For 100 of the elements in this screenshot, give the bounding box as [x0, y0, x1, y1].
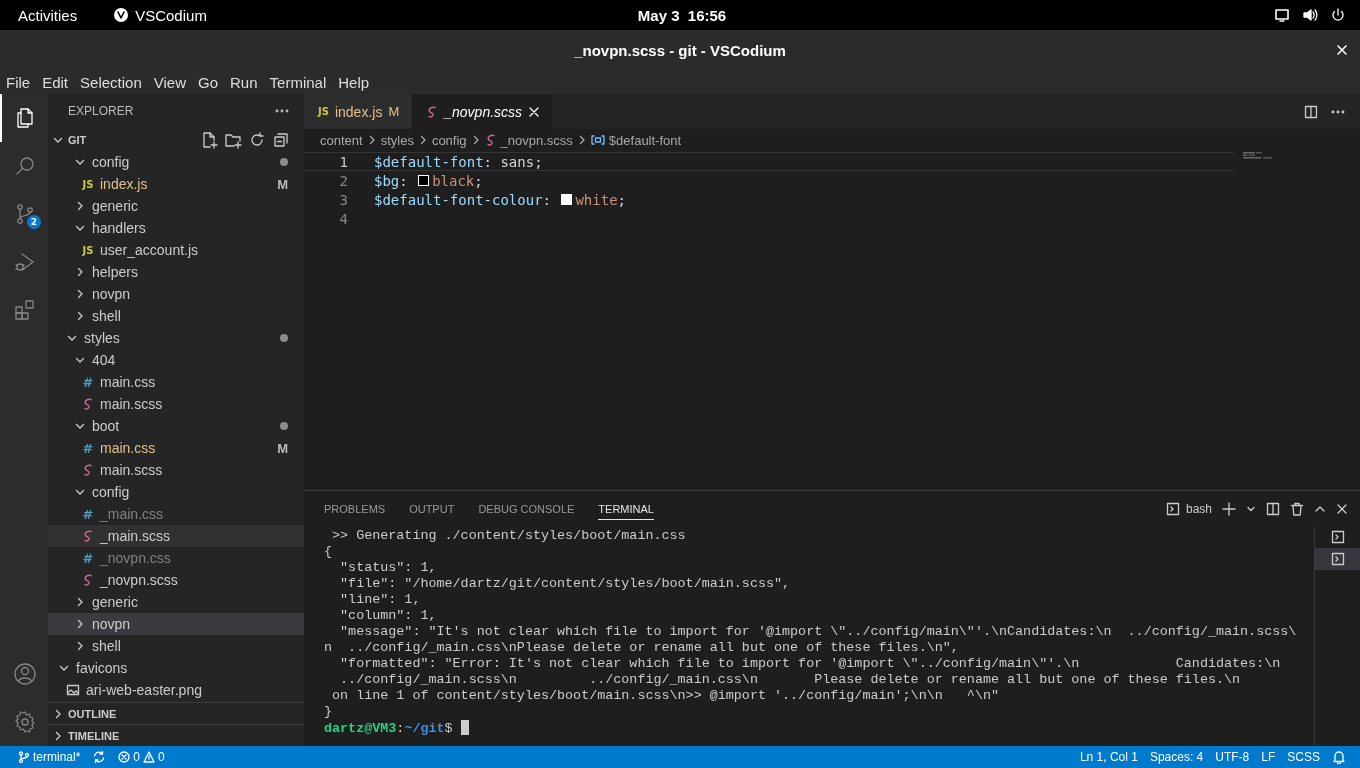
- app-icon: [113, 7, 130, 23]
- problems-indicator[interactable]: 0 0: [112, 750, 171, 764]
- sass-file-icon: [82, 463, 94, 477]
- branch-icon: [18, 751, 30, 763]
- menu-item[interactable]: Run: [224, 73, 264, 91]
- css-file-icon: #: [82, 550, 94, 566]
- menu-item[interactable]: File: [0, 73, 37, 91]
- tree-item[interactable]: main.scss: [48, 459, 304, 481]
- breadcrumb[interactable]: _novpn.scss: [484, 132, 573, 148]
- menu-item[interactable]: Selection: [74, 73, 148, 91]
- status-item[interactable]: Ln 1, Col 1: [1073, 750, 1144, 764]
- tree-item[interactable]: 404: [48, 349, 304, 371]
- trash-icon[interactable]: [1290, 501, 1304, 516]
- terminal-icon[interactable]: [1330, 552, 1345, 566]
- line-number: 4: [338, 210, 348, 227]
- line-number: 1: [338, 153, 348, 170]
- power-icon[interactable]: [1330, 7, 1346, 23]
- section-header[interactable]: OUTLINE: [48, 702, 304, 724]
- plus-icon[interactable]: [1222, 501, 1236, 516]
- tree-item[interactable]: # _main.css: [48, 503, 304, 525]
- js-file-icon: JS: [82, 244, 94, 256]
- panel-tab[interactable]: PROBLEMS: [324, 497, 386, 520]
- breadcrumb[interactable]: config: [431, 132, 467, 148]
- tree-item[interactable]: config: [48, 151, 304, 173]
- sass-file-icon: [82, 573, 94, 587]
- tree-item[interactable]: boot: [48, 415, 304, 437]
- sass-file-icon: [82, 397, 94, 411]
- screen-icon[interactable]: [1274, 7, 1290, 23]
- tree-item[interactable]: ari-web-easter.png: [48, 679, 304, 701]
- bell-icon[interactable]: [1332, 750, 1346, 764]
- tree-item[interactable]: # _novpn.css: [48, 547, 304, 569]
- tree-item[interactable]: JS index.js M: [48, 173, 304, 195]
- tree-item[interactable]: # main.css M: [48, 437, 304, 459]
- panel-tab[interactable]: TERMINAL: [598, 497, 654, 520]
- account-icon[interactable]: [13, 662, 37, 686]
- terminal-icon[interactable]: [1330, 530, 1345, 544]
- tree-item[interactable]: config: [48, 481, 304, 503]
- tree-item[interactable]: _novpn.scss: [48, 569, 304, 591]
- tree-item[interactable]: generic: [48, 591, 304, 613]
- extensions-icon[interactable]: [13, 298, 37, 322]
- code-line: $bg: black;: [374, 172, 483, 189]
- refresh-icon[interactable]: [248, 130, 266, 149]
- status-item[interactable]: Spaces: 4: [1143, 750, 1210, 764]
- error-icon: [118, 751, 131, 763]
- sass-file-icon: [82, 529, 94, 543]
- editor-tab[interactable]: JS index.js M: [304, 94, 413, 129]
- section-header[interactable]: GIT: [48, 128, 304, 151]
- status-item[interactable]: LF: [1255, 750, 1282, 764]
- close-icon[interactable]: [528, 105, 541, 118]
- menu-item[interactable]: Terminal: [263, 73, 333, 91]
- image-file-icon: [66, 683, 80, 697]
- terminal-icon: [1165, 501, 1180, 516]
- tree-item[interactable]: # main.css: [48, 371, 304, 393]
- tree-item[interactable]: novpn: [48, 613, 304, 635]
- close-icon[interactable]: [1336, 502, 1348, 515]
- split-terminal-icon[interactable]: [1266, 501, 1280, 516]
- tree-item[interactable]: generic: [48, 195, 304, 217]
- tree-item[interactable]: main.scss: [48, 393, 304, 415]
- activities-button[interactable]: Activities: [18, 6, 78, 24]
- sync-icon[interactable]: [92, 750, 107, 764]
- breadcrumb[interactable]: styles: [380, 132, 414, 148]
- tree-item[interactable]: helpers: [48, 261, 304, 283]
- tree-item[interactable]: JS user_account.js: [48, 239, 304, 261]
- warning-icon: [143, 751, 156, 763]
- panel-tab[interactable]: DEBUG CONSOLE: [478, 497, 575, 520]
- status-item[interactable]: SCSS: [1281, 750, 1326, 764]
- css-file-icon: #: [82, 506, 94, 522]
- tree-item[interactable]: _main.scss: [48, 525, 304, 547]
- code-line: $default-font-colour: white;: [374, 191, 627, 208]
- tree-item[interactable]: novpn: [48, 283, 304, 305]
- breadcrumb[interactable]: $default-font: [590, 132, 682, 148]
- line-number: 3: [338, 191, 348, 208]
- status-item[interactable]: UTF-8: [1209, 750, 1256, 764]
- menu-item[interactable]: Edit: [36, 73, 75, 91]
- tree-item[interactable]: shell: [48, 305, 304, 327]
- tree-item[interactable]: handlers: [48, 217, 304, 239]
- menu-item[interactable]: Help: [332, 73, 376, 91]
- terminal-tab[interactable]: bash: [1165, 501, 1212, 516]
- panel-title: EXPLORER: [68, 104, 134, 118]
- variable-icon: [590, 134, 605, 146]
- tree-item[interactable]: shell: [48, 635, 304, 657]
- breadcrumb[interactable]: content: [320, 132, 363, 148]
- editor-tab[interactable]: _novpn.scss: [412, 94, 554, 129]
- menu-item[interactable]: Go: [192, 73, 224, 91]
- js-file-icon: JS: [82, 178, 94, 190]
- menu-item[interactable]: View: [147, 73, 192, 91]
- window-title: _novpn.scss - git - VSCodium: [574, 41, 786, 59]
- sass-file-icon: [484, 133, 497, 147]
- clock[interactable]: May 3 16:56: [637, 6, 727, 24]
- tree-item[interactable]: favicons: [48, 657, 304, 679]
- settings-icon[interactable]: [13, 710, 37, 734]
- split-editor-icon[interactable]: [1304, 104, 1318, 119]
- sass-file-icon: [426, 104, 439, 119]
- new-file-icon[interactable]: [200, 130, 218, 149]
- app-name[interactable]: VSCodium: [135, 6, 207, 24]
- panel-tab[interactable]: OUTPUT: [409, 497, 455, 520]
- volume-icon[interactable]: [1302, 7, 1318, 23]
- tree-item[interactable]: styles: [48, 327, 304, 349]
- collapse-all-icon[interactable]: [272, 130, 290, 149]
- branch-indicator[interactable]: terminal*: [12, 750, 87, 764]
